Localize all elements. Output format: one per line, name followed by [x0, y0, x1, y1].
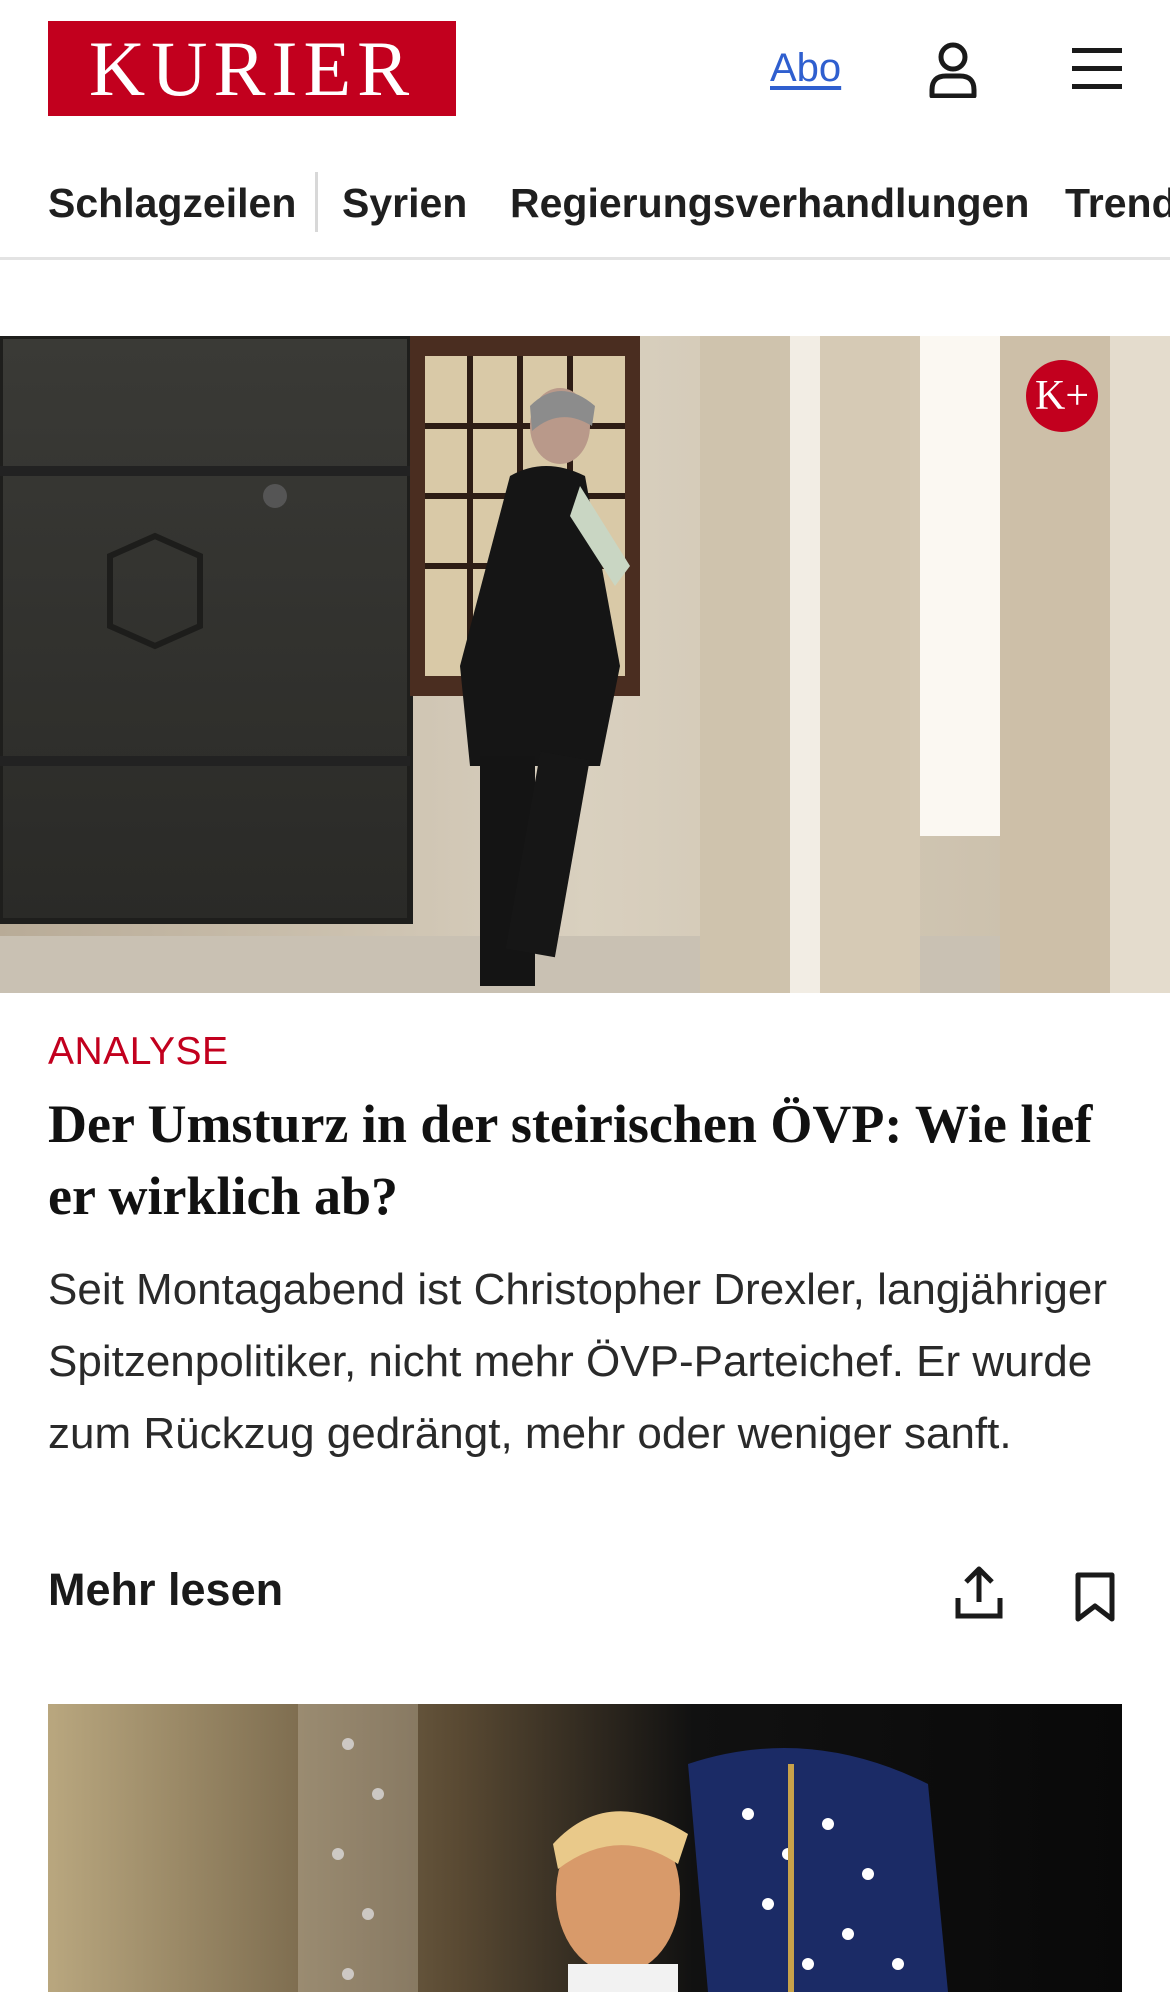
kplus-premium-badge: K+	[1026, 360, 1098, 432]
nav-item-schlagzeilen[interactable]: Schlagzeilen	[48, 180, 296, 227]
topic-nav: Schlagzeilen Syrien Regierungsverhandlun…	[0, 160, 1170, 260]
nav-item-regierungsverhandlungen[interactable]: Regierungsverhandlungen	[510, 180, 1029, 227]
nav-item-trend[interactable]: Trend	[1065, 180, 1170, 227]
article-hero-image[interactable]: K+	[0, 336, 1170, 993]
abo-link[interactable]: Abo	[770, 46, 841, 91]
kurier-logo[interactable]: KURIER	[48, 21, 456, 116]
article-headline[interactable]: Der Umsturz in der steirischen ÖVP: Wie …	[48, 1088, 1128, 1232]
user-icon[interactable]	[928, 42, 978, 99]
article-teaser: Seit Montagabend ist Christopher Drexler…	[48, 1265, 1108, 1458]
share-icon[interactable]	[954, 1566, 1004, 1620]
next-article-image[interactable]	[48, 1704, 1122, 1992]
hamburger-menu-icon[interactable]	[1070, 44, 1126, 92]
nav-item-syrien[interactable]: Syrien	[342, 180, 467, 227]
nav-divider	[315, 172, 318, 232]
article-kicker: ANALYSE	[48, 1030, 229, 1073]
bookmark-icon[interactable]	[1074, 1572, 1116, 1622]
read-more-link[interactable]: Mehr lesen	[48, 1564, 283, 1616]
site-header: KURIER Abo	[0, 0, 1170, 140]
